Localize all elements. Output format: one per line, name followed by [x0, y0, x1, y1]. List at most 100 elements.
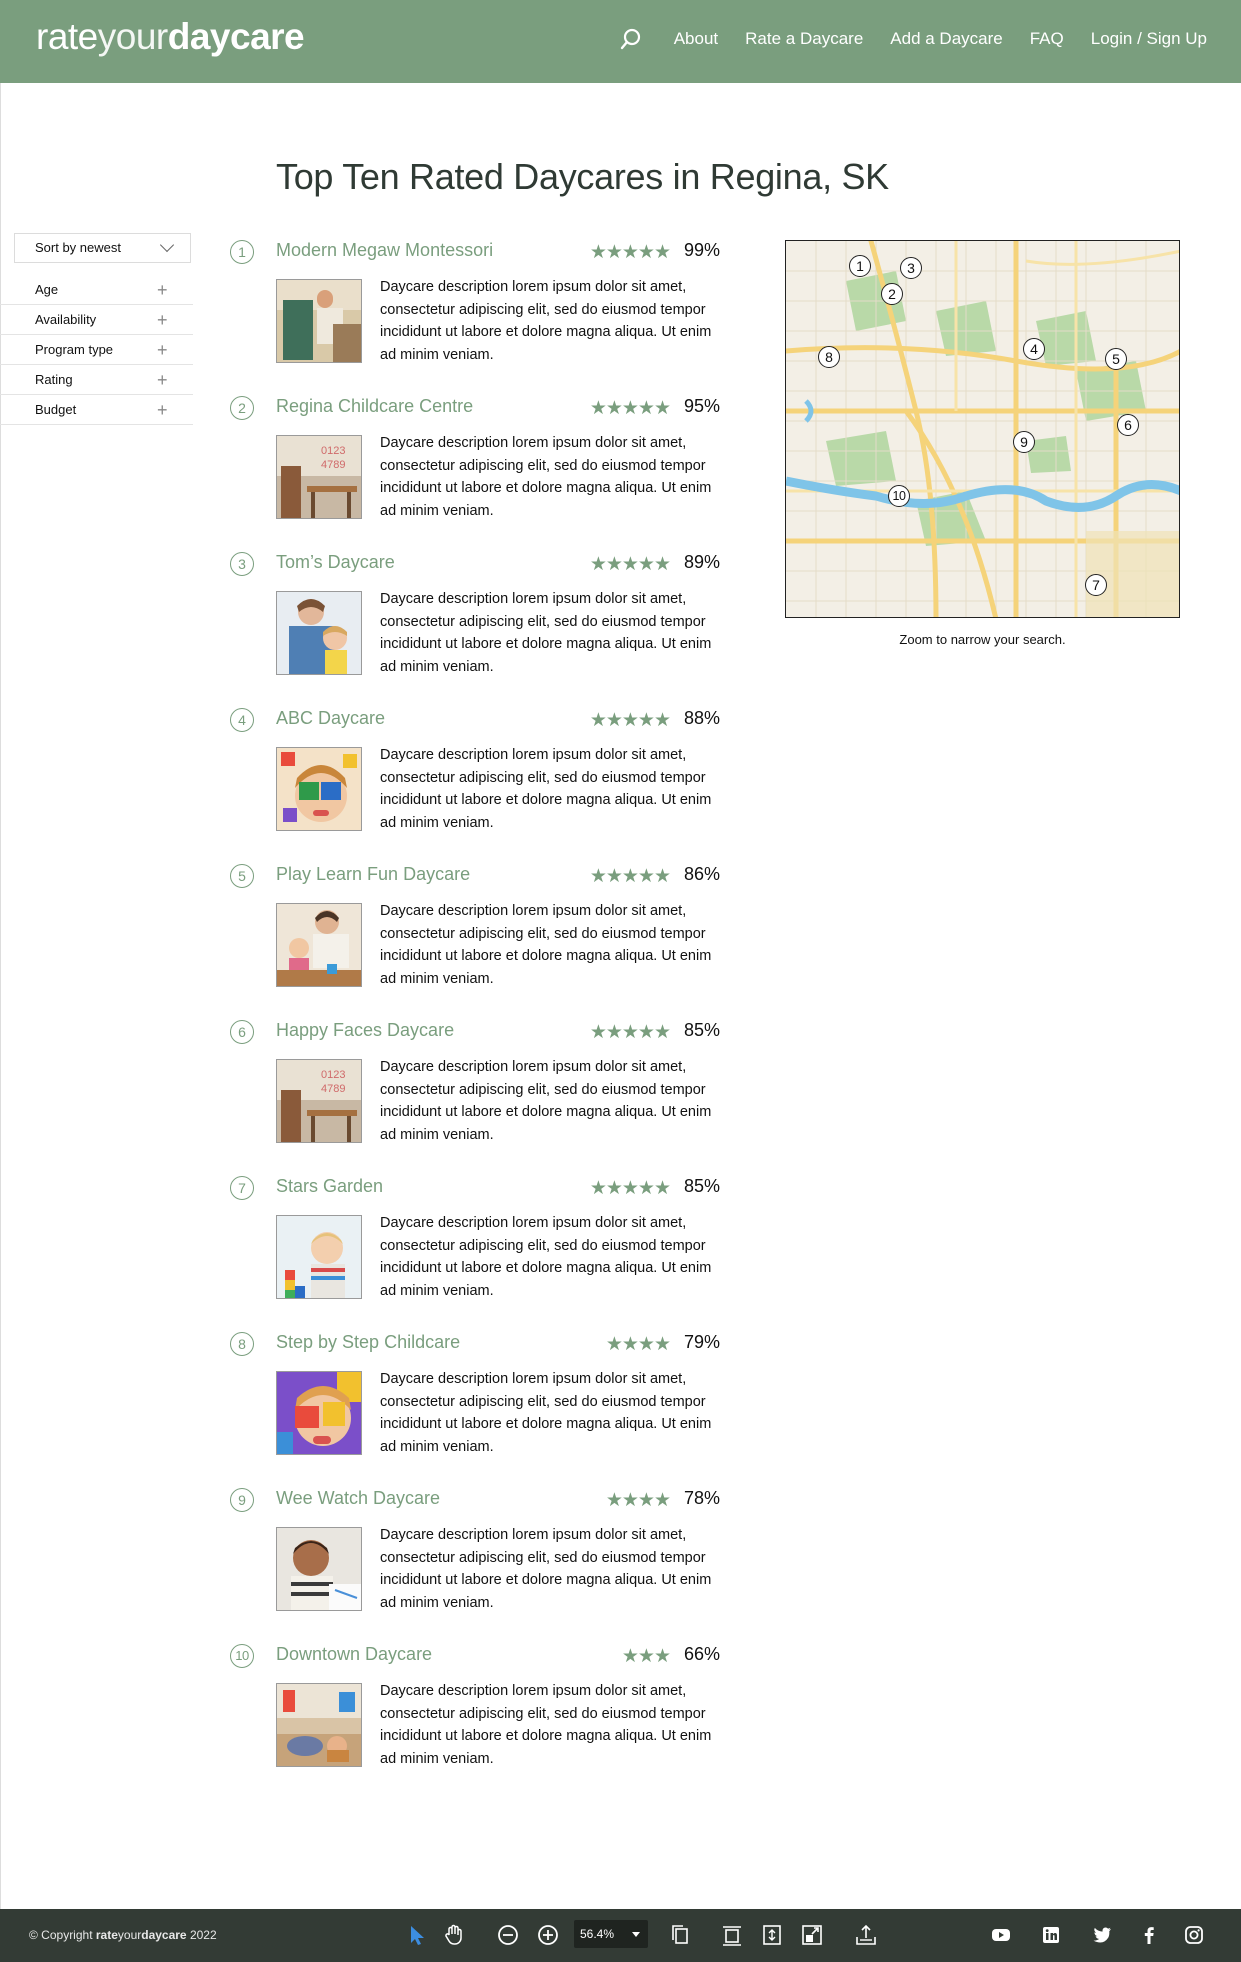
- plus-icon: +: [157, 340, 168, 360]
- daycare-name-link[interactable]: Downtown Daycare: [276, 1644, 432, 1665]
- daycare-map[interactable]: 1 2 3 4 5 6 7 8 9 10: [785, 240, 1180, 618]
- filter-label: Rating: [35, 372, 73, 387]
- fullscreen-icon[interactable]: [800, 1923, 824, 1947]
- daycare-photo[interactable]: [276, 1527, 362, 1611]
- daycare-description: Daycare description lorem ipsum dolor si…: [380, 1215, 712, 1299]
- rating-percent: 66%: [683, 1644, 720, 1664]
- logo-part-daycare: daycare: [167, 16, 305, 57]
- daycare-description: Daycare description lorem ipsum dolor si…: [380, 747, 712, 831]
- map-pin[interactable]: 5: [1105, 348, 1127, 370]
- daycare-list-item: 3 Tom’s Daycare ★★★★★ 89% Daycare descri…: [230, 548, 720, 704]
- nav-faq[interactable]: FAQ: [1030, 29, 1064, 49]
- rating-percent: 79%: [683, 1332, 720, 1352]
- rank-badge: 5: [230, 864, 254, 888]
- rank-badge: 9: [230, 1488, 254, 1512]
- nav-login-signup[interactable]: Login / Sign Up: [1091, 29, 1207, 49]
- star-rating: ★★★★★: [589, 242, 671, 263]
- daycare-photo[interactable]: [276, 279, 362, 363]
- copy-icon[interactable]: [668, 1923, 692, 1947]
- daycare-photo[interactable]: [276, 1371, 362, 1455]
- hand-icon[interactable]: [442, 1923, 466, 1947]
- daycare-name-link[interactable]: Stars Garden: [276, 1176, 383, 1197]
- daycare-photo[interactable]: 0123 4789: [276, 435, 362, 519]
- daycare-name-link[interactable]: Modern Megaw Montessori: [276, 240, 493, 261]
- daycare-description: Daycare description lorem ipsum dolor si…: [380, 903, 712, 987]
- daycare-list-item: 6 Happy Faces Daycare ★★★★★ 85% 0123 4789…: [230, 1016, 720, 1172]
- footer-brand-rate: rate: [95, 1928, 118, 1942]
- logo-part-rate: rate: [36, 16, 98, 57]
- daycare-name-link[interactable]: Tom’s Daycare: [276, 552, 395, 573]
- daycare-photo[interactable]: [276, 1683, 362, 1767]
- fit-icon[interactable]: [720, 1923, 744, 1947]
- site-logo[interactable]: rateyourdaycare: [36, 16, 305, 58]
- daycare-photo[interactable]: [276, 1215, 362, 1299]
- daycare-description: Daycare description lorem ipsum dolor si…: [380, 435, 712, 519]
- filter-rating[interactable]: Rating +: [0, 365, 193, 395]
- star-rating: ★★★★★: [589, 866, 671, 887]
- daycare-description: Daycare description lorem ipsum dolor si…: [380, 1527, 712, 1611]
- daycare-photo[interactable]: [276, 903, 362, 987]
- map-pin[interactable]: 4: [1023, 338, 1045, 360]
- rank-badge: 3: [230, 552, 254, 576]
- daycare-list-item: 1 Modern Megaw Montessori ★★★★★ 99% Dayc…: [230, 236, 720, 392]
- map-pin[interactable]: 2: [881, 283, 903, 305]
- daycare-list-item: 5 Play Learn Fun Daycare ★★★★★ 86% Dayca…: [230, 860, 720, 1016]
- svg-text:0123: 0123: [321, 1069, 345, 1081]
- facebook-icon[interactable]: [1138, 1924, 1160, 1946]
- map-pin[interactable]: 6: [1117, 414, 1139, 436]
- daycare-list-item: 4 ABC Daycare ★★★★★ 88% Daycare descript…: [230, 704, 720, 860]
- map-pin[interactable]: 3: [900, 257, 922, 279]
- map-pin[interactable]: 9: [1013, 431, 1035, 453]
- daycare-list-item: 9 Wee Watch Daycare ★★★★ 78% Daycare des…: [230, 1484, 720, 1640]
- nav-add-a-daycare[interactable]: Add a Daycare: [890, 29, 1002, 49]
- plus-icon: +: [157, 370, 168, 390]
- twitter-icon[interactable]: [1091, 1924, 1113, 1946]
- daycare-name-link[interactable]: Step by Step Childcare: [276, 1332, 460, 1353]
- search-icon[interactable]: [619, 27, 643, 51]
- youtube-icon[interactable]: [990, 1924, 1012, 1946]
- chevron-down-icon: [159, 237, 175, 253]
- instagram-icon[interactable]: [1183, 1924, 1205, 1946]
- zoom-level-select[interactable]: 56.4%: [574, 1920, 648, 1948]
- daycare-name-link[interactable]: Happy Faces Daycare: [276, 1020, 454, 1041]
- nav-rate-a-daycare[interactable]: Rate a Daycare: [745, 29, 863, 49]
- rank-badge: 2: [230, 396, 254, 420]
- main-nav: About Rate a Daycare Add a Daycare FAQ L…: [619, 27, 1207, 51]
- rating-percent: 95%: [683, 396, 720, 416]
- daycare-name-link[interactable]: Regina Childcare Centre: [276, 396, 473, 417]
- zoom-in-icon[interactable]: [536, 1923, 560, 1947]
- rating-percent: 89%: [683, 552, 720, 572]
- daycare-name-link[interactable]: Play Learn Fun Daycare: [276, 864, 470, 885]
- rating-percent: 99%: [683, 240, 720, 260]
- sort-dropdown[interactable]: Sort by newest: [14, 233, 191, 263]
- svg-text:4789: 4789: [321, 459, 345, 471]
- rank-badge: 1: [230, 240, 254, 264]
- footer-bar: © Copyright rateyourdaycare 2022 56.4%: [0, 1909, 1241, 1962]
- map-pin[interactable]: 10: [888, 485, 910, 507]
- star-rating: ★★★★★: [589, 554, 671, 575]
- map-pin[interactable]: 1: [849, 255, 871, 277]
- nav-about[interactable]: About: [674, 29, 718, 49]
- filter-availability[interactable]: Availability +: [0, 305, 193, 335]
- pointer-icon[interactable]: [405, 1923, 429, 1947]
- plus-icon: +: [157, 310, 168, 330]
- daycare-photo[interactable]: [276, 591, 362, 675]
- plus-icon: +: [157, 400, 168, 420]
- rating-percent: 78%: [683, 1488, 720, 1508]
- filter-budget[interactable]: Budget +: [0, 395, 193, 425]
- daycare-list-item: 8 Step by Step Childcare ★★★★ 79% Daycar…: [230, 1328, 720, 1484]
- export-icon[interactable]: [854, 1923, 878, 1947]
- star-rating: ★★★★★: [589, 398, 671, 419]
- expand-icon[interactable]: [760, 1923, 784, 1947]
- linkedin-icon[interactable]: [1040, 1924, 1062, 1946]
- zoom-out-icon[interactable]: [496, 1923, 520, 1947]
- star-rating: ★★★★: [605, 1334, 671, 1355]
- daycare-photo[interactable]: 0123 4789: [276, 1059, 362, 1143]
- filter-program-type[interactable]: Program type +: [0, 335, 193, 365]
- map-pin[interactable]: 8: [818, 346, 840, 368]
- map-pin[interactable]: 7: [1085, 574, 1107, 596]
- daycare-name-link[interactable]: ABC Daycare: [276, 708, 385, 729]
- daycare-name-link[interactable]: Wee Watch Daycare: [276, 1488, 440, 1509]
- filter-age[interactable]: Age +: [0, 275, 193, 305]
- daycare-photo[interactable]: [276, 747, 362, 831]
